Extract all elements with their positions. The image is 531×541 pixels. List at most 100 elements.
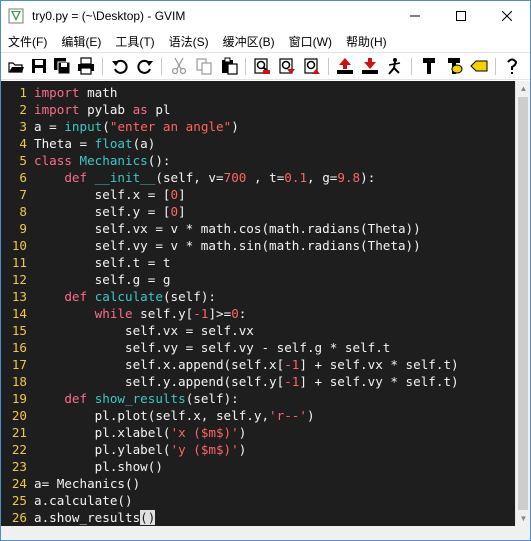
code-line[interactable]: 24 a= Mechanics() [1,475,140,492]
line-number: 20 [11,408,27,423]
text-cursor: () [140,510,156,525]
code-token: ]>= [208,306,232,321]
code-line[interactable]: 8 self.y = [0] [1,203,185,220]
code-token: pylab [79,102,133,117]
tag-jump-icon[interactable] [470,57,488,75]
menu-edit[interactable]: 编辑(E) [54,32,108,51]
code-token: 'x ($m$)' [170,425,239,440]
code-token: self.x = [ [34,187,171,202]
toolbar-separator [245,58,246,75]
vertical-scrollbar[interactable]: ▲ ▼ [515,81,530,526]
save-icon[interactable] [30,57,48,75]
code-token: show_results [94,391,186,406]
redo-icon[interactable] [136,57,154,75]
load-session-icon[interactable] [336,57,354,75]
code-token: calculate [94,289,163,304]
code-line[interactable]: 22 pl.ylabel('y ($m$)') [1,441,247,458]
code-line[interactable]: 3 a = input("enter an angle") [1,118,238,135]
menu-window[interactable]: 窗口(W) [282,32,339,51]
code-token: ] + self.vy * self.t) [299,374,459,389]
save-all-icon[interactable] [53,57,71,75]
toolbar-separator [328,58,329,75]
code-token: ): [360,170,376,185]
maximize-button[interactable] [438,1,484,31]
help-icon[interactable] [503,57,521,75]
menu-buffers[interactable]: 缓冲区(B) [216,32,282,51]
code-line[interactable]: 4 Theta = float(a) [1,135,155,152]
line-number: 11 [11,255,27,270]
find-replace-icon[interactable] [253,57,271,75]
code-line[interactable]: 19 def show_results(self): [1,390,239,407]
code-line[interactable]: 12 self.g = g [1,271,171,288]
open-icon[interactable] [7,57,25,75]
close-button[interactable] [484,1,530,31]
code-token: ] + self.vx * self.t) [299,357,459,372]
line-number: 23 [11,459,27,474]
code-token: a.calculate() [34,493,133,508]
code-token: (self, v= [155,170,224,185]
code-line[interactable]: 20 pl.plot(self.x, self.y,'r--') [1,407,315,424]
toolbar [1,52,530,80]
code-token: as [132,102,148,117]
line-number: 8 [19,204,27,219]
code-token: float [94,136,133,151]
code-line[interactable]: 15 self.vx = self.vx [1,322,254,339]
minimize-button[interactable] [392,1,438,31]
code-line[interactable]: 10 self.vy = v * math.sin(math.radians(T… [1,237,421,254]
code-line[interactable]: 1 import math [1,84,117,101]
menu-syntax[interactable]: 语法(S) [162,32,216,51]
code-token: def [64,391,88,406]
title-bar[interactable]: try0.py = (~\Desktop) - GVIM [1,1,530,32]
find-next-icon[interactable] [278,57,296,75]
menu-help[interactable]: 帮助(H) [339,32,394,51]
code-token: , g= [307,170,338,185]
code-line[interactable]: 18 self.y.append(self.y[-1] + self.vy * … [1,373,459,390]
code-token: def [64,170,88,185]
copy-icon[interactable] [195,57,213,75]
make-icon[interactable] [420,57,438,75]
menu-tools[interactable]: 工具(T) [108,32,161,51]
code-token: pl.show() [34,459,163,474]
line-number: 14 [11,306,27,321]
maximize-icon [456,11,466,21]
code-line[interactable]: 14 while self.y[-1]>=0: [1,305,247,322]
code-line[interactable]: 6 def __init__(self, v=700 , t=0.1, g=9.… [1,169,375,186]
code-token: 0 [170,204,179,219]
code-line[interactable]: 16 self.vy = self.vy - self.g * self.t [1,339,391,356]
code-line[interactable]: 23 pl.show() [1,458,163,475]
run-script-icon[interactable] [386,57,404,75]
line-number: 6 [19,170,27,185]
code-line[interactable]: 11 self.t = t [1,254,171,271]
toolbar-separator [161,58,162,75]
paste-icon[interactable] [220,57,238,75]
line-number: 24 [11,476,27,491]
find-prev-icon[interactable] [303,57,321,75]
code-line[interactable]: 26 a.show_results() [1,509,156,526]
code-editor[interactable]: 1 import math 2 import pylab as pl 3 a = inpu… [1,81,515,526]
scrollbar-thumb[interactable] [518,97,528,510]
code-line[interactable]: 21 pl.xlabel('x ($m$)') [1,424,247,441]
code-line[interactable]: 25 a.calculate() [1,492,133,509]
undo-icon[interactable] [111,57,129,75]
toolbar-separator [495,58,496,75]
gvim-app-icon[interactable] [8,8,24,24]
code-line[interactable]: 9 self.vx = v * math.cos(math.radians(Th… [1,220,420,237]
scroll-up-icon[interactable]: ▲ [516,81,531,96]
code-token: (self): [185,391,239,406]
code-line[interactable]: 13 def calculate(self): [1,288,216,305]
shell-icon[interactable] [445,57,463,75]
code-line[interactable]: 17 self.x.append(self.x[-1] + self.vx * … [1,356,459,373]
code-line[interactable]: 7 self.x = [0] [1,186,185,203]
menu-file[interactable]: 文件(F) [1,32,54,51]
code-line[interactable]: 5 class Mechanics(): [1,152,170,169]
code-line[interactable]: 2 import pylab as pl [1,101,170,118]
save-session-icon[interactable] [361,57,379,75]
code-token: class [34,153,72,168]
code-token: self.vy = self.vy - self.g * self.t [34,340,391,355]
line-number: 10 [11,238,27,253]
print-icon[interactable] [77,57,95,75]
code-token: self.y = [ [34,204,171,219]
scroll-down-icon[interactable]: ▼ [516,511,531,526]
cut-icon[interactable] [170,57,188,75]
